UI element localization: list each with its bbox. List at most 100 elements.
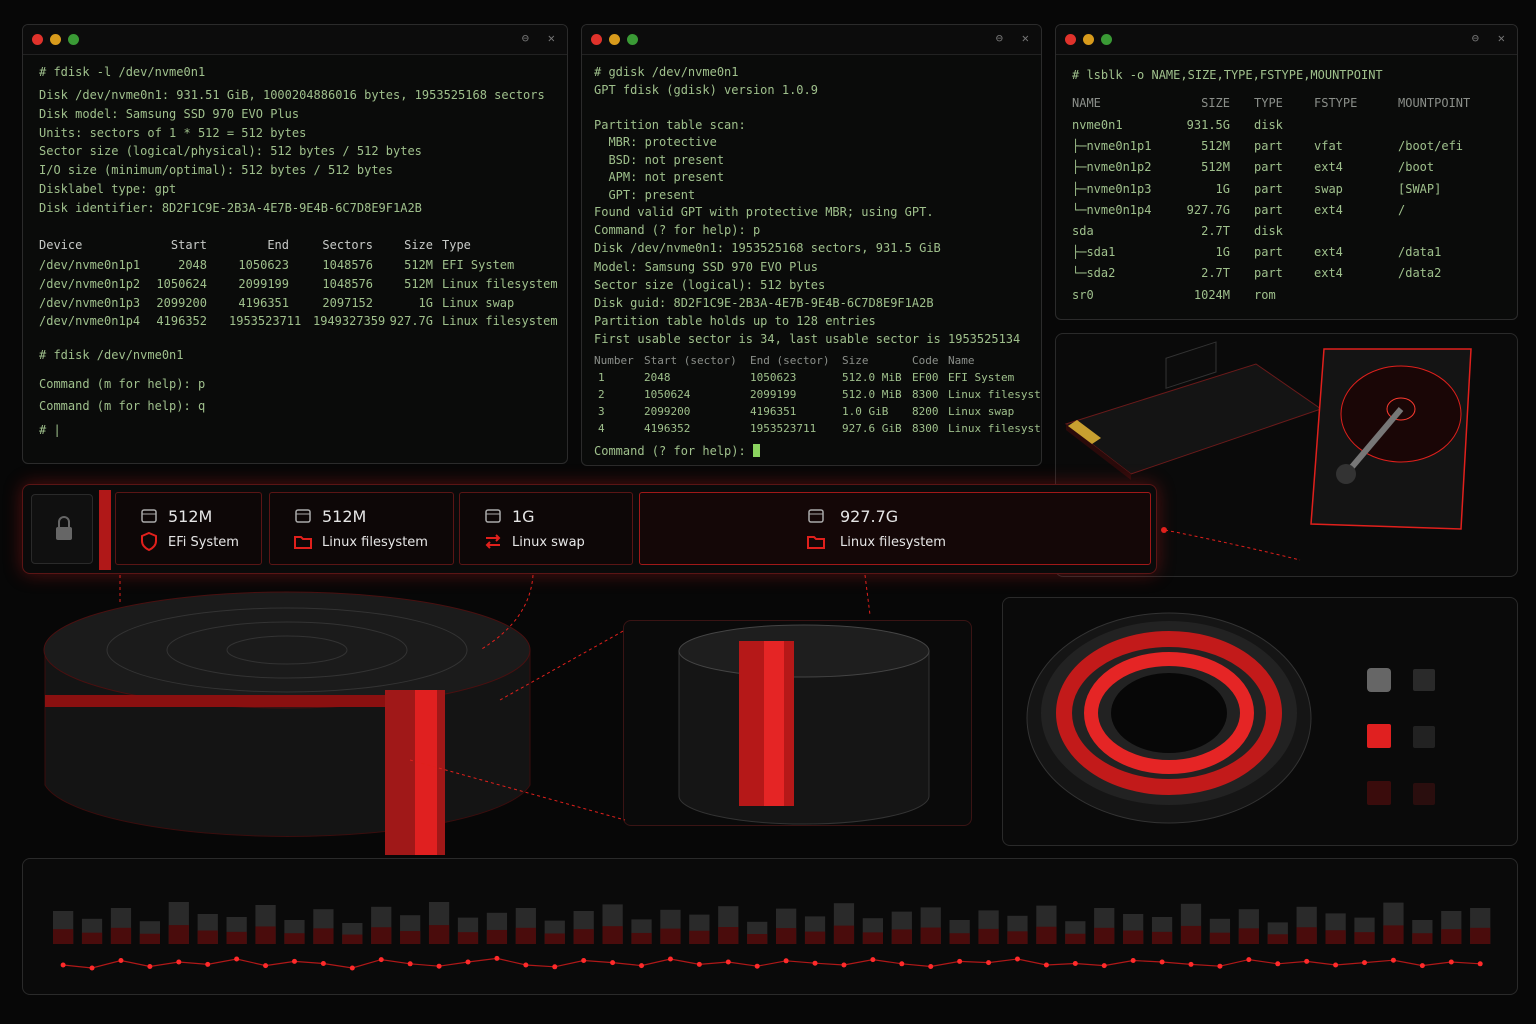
activity-bar-segment — [631, 932, 652, 944]
activity-bar-segment — [110, 927, 132, 944]
activity-point — [263, 963, 269, 969]
activity-bar-segment — [891, 929, 912, 944]
activity-bar-segment — [342, 934, 363, 944]
activity-point — [899, 961, 905, 967]
activity-bar-segment — [197, 930, 218, 944]
activity-point — [639, 963, 645, 969]
activity-point — [349, 965, 355, 971]
activity-bar-segment — [371, 927, 392, 944]
activity-point — [147, 964, 153, 969]
activity-point — [89, 965, 95, 971]
activity-bar-segment — [226, 931, 247, 944]
activity-point — [696, 961, 702, 967]
activity-point — [1362, 960, 1368, 966]
activity-point — [1304, 958, 1310, 964]
activity-bar-segment — [833, 925, 855, 944]
activity-point — [667, 956, 673, 962]
activity-point — [1477, 961, 1483, 967]
activity-bar-segment — [544, 933, 565, 944]
activity-bar-segment — [804, 931, 826, 944]
activity-bar-segment — [747, 934, 768, 944]
activity-point — [1333, 962, 1339, 968]
activity-point — [407, 961, 413, 967]
activity-bar-segment — [1354, 932, 1375, 944]
activity-bar-segment — [920, 927, 941, 944]
activity-bar-segment — [486, 929, 508, 944]
activity-point — [1101, 963, 1107, 969]
activity-point — [1390, 957, 1396, 963]
activity-point — [60, 962, 66, 968]
activity-bar-segment — [1151, 931, 1173, 944]
activity-bar-segment — [400, 931, 421, 944]
activity-bar-segment — [949, 933, 970, 944]
activity-bar-segment — [1065, 933, 1086, 944]
activity-point — [523, 962, 529, 968]
activity-bar-segment — [573, 929, 594, 944]
activity-point — [205, 961, 211, 967]
activity-bar-segment — [1180, 925, 1202, 944]
activity-point — [552, 964, 558, 970]
activity-point — [1072, 961, 1078, 966]
activity-point — [1159, 959, 1165, 965]
activity-bar-segment — [255, 926, 276, 944]
activity-bar-segment — [1412, 933, 1433, 944]
activity-point — [986, 960, 992, 966]
activity-point — [465, 959, 471, 965]
activity-bar-segment — [1036, 926, 1057, 944]
activity-bar-segment — [313, 928, 334, 944]
activity-point — [841, 962, 847, 968]
activity-point — [494, 955, 500, 961]
activity-bar-segment — [862, 932, 884, 944]
activity-point — [957, 958, 963, 964]
activity-point — [610, 960, 616, 966]
activity-point — [1130, 958, 1136, 963]
activity-bar-segment — [1325, 930, 1346, 944]
activity-bar-segment — [168, 925, 189, 944]
activity-point — [870, 957, 876, 963]
activity-bar-segment — [1094, 927, 1115, 944]
activity-point — [812, 960, 818, 966]
activity-point — [754, 963, 760, 969]
activity-point — [118, 958, 124, 963]
activity-bar-segment — [284, 933, 305, 944]
activity-point — [1448, 959, 1454, 965]
activity-bar-segment — [1470, 927, 1491, 944]
activity-bar-segment — [1123, 930, 1144, 944]
disk-activity-chart — [22, 858, 1518, 995]
activity-bar-segment — [1209, 932, 1231, 944]
activity-bar-segment — [1383, 925, 1404, 944]
activity-bar-segment — [515, 927, 536, 944]
activity-point — [436, 963, 442, 969]
activity-point — [725, 959, 731, 965]
activity-bar-segment — [1441, 929, 1462, 944]
activity-point — [1275, 961, 1281, 967]
activity-bar-segment — [53, 929, 74, 944]
activity-bar-segment — [1296, 927, 1317, 944]
activity-point — [234, 956, 240, 962]
activity-point — [1419, 963, 1425, 969]
activity-bar-segment — [81, 932, 103, 944]
activity-point — [1043, 962, 1049, 968]
activity-point — [1188, 961, 1194, 967]
activity-bar-segment — [689, 930, 710, 944]
activity-point — [1014, 956, 1020, 962]
activity-bar-segment — [139, 933, 161, 944]
activity-bar-segment — [602, 926, 623, 944]
activity-bar-segment — [1267, 934, 1288, 944]
activity-bar-segment — [457, 932, 479, 944]
activity-bar-segment — [978, 928, 999, 944]
activity-point — [320, 961, 326, 966]
activity-point — [1217, 963, 1223, 969]
activity-bar-segment — [776, 928, 797, 944]
activity-point — [928, 964, 934, 969]
activity-point — [176, 959, 182, 965]
activity-point — [783, 958, 789, 964]
activity-bar-segment — [428, 925, 450, 944]
activity-point — [1246, 957, 1252, 963]
activity-bar-segment — [1007, 931, 1028, 944]
activity-point — [378, 957, 384, 963]
activity-bar-segment — [1238, 928, 1259, 944]
activity-line — [63, 957, 1481, 969]
activity-point — [581, 958, 587, 963]
activity-point — [291, 958, 297, 964]
